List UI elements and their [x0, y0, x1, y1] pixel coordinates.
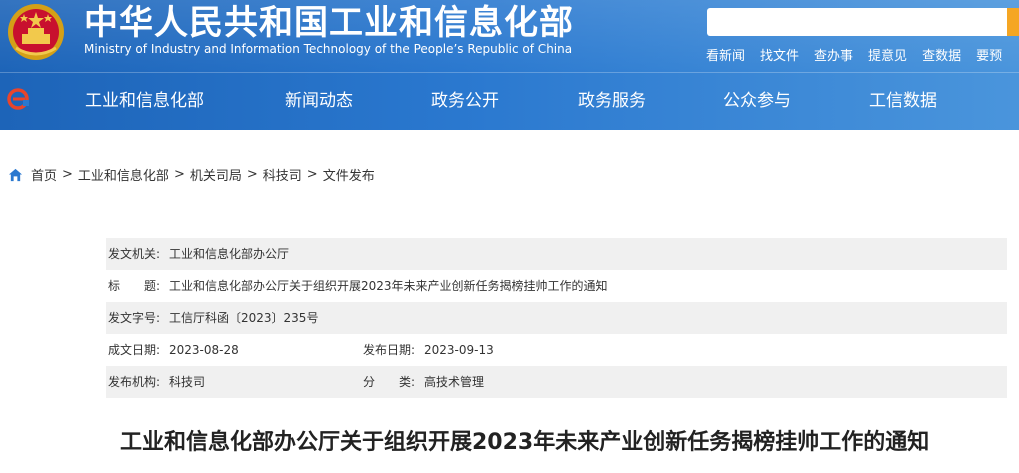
e-logo-icon[interactable]: [6, 88, 32, 110]
ministry-name-chinese: 中华人民共和国工业和信息化部: [84, 3, 574, 43]
quick-link-services[interactable]: 查办事: [814, 49, 853, 64]
issuer-value: 工业和信息化部办公厅: [169, 247, 290, 261]
quick-link-feedback[interactable]: 提意见: [868, 49, 907, 64]
quick-link-documents[interactable]: 找文件: [760, 49, 799, 64]
doc-number-value: 工信厅科函〔2023〕235号: [169, 311, 319, 325]
meta-row-title: 标 题: 工业和信息化部办公厅关于组织开展2023年未来产业创新任务揭榜挂帅工作…: [106, 270, 1007, 302]
breadcrumb: 首页 > 工业和信息化部 > 机关司局 > 科技司 > 文件发布: [8, 165, 375, 184]
breadcrumb-tech-dept[interactable]: 科技司: [263, 165, 302, 184]
breadcrumb-separator: >: [306, 167, 318, 182]
search-input[interactable]: [707, 8, 1019, 36]
ministry-name-english: Ministry of Industry and Information Tec…: [84, 42, 573, 56]
meta-row-issuer: 发文机关: 工业和信息化部办公厅: [106, 238, 1007, 270]
nav-item-data[interactable]: 工信数据: [869, 86, 937, 111]
created-date-label: 成文日期:: [108, 343, 161, 357]
quick-link-data[interactable]: 查数据: [922, 49, 961, 64]
meta-row-dates: 成文日期: 2023-08-28 发布日期: 2023-09-13: [106, 334, 1007, 366]
nav-item-news[interactable]: 新闻动态: [285, 86, 353, 111]
breadcrumb-separator: >: [173, 167, 185, 182]
org-label: 发布机构:: [108, 375, 161, 389]
quick-link-news[interactable]: 看新闻: [706, 49, 745, 64]
nav-divider: [0, 72, 1019, 73]
document-metadata-table: 发文机关: 工业和信息化部办公厅 标 题: 工业和信息化部办公厅关于组织开展20…: [106, 238, 1007, 398]
breadcrumb-miit[interactable]: 工业和信息化部: [78, 165, 169, 184]
national-emblem-icon: [8, 4, 64, 60]
doc-number-label: 发文字号:: [108, 311, 161, 325]
nav-item-public-participation[interactable]: 公众参与: [723, 86, 791, 111]
meta-row-doc-number: 发文字号: 工信厅科函〔2023〕235号: [106, 302, 1007, 334]
meta-row-org-category: 发布机构: 科技司 分 类: 高技术管理: [106, 366, 1007, 398]
category-value: 高技术管理: [424, 375, 485, 389]
nav-item-gov-affairs-open[interactable]: 政务公开: [431, 86, 499, 111]
category-label: 分 类:: [363, 375, 416, 389]
quick-links: 看新闻 找文件 查办事 提意见 查数据 要预: [706, 45, 1017, 64]
quick-link-more[interactable]: 要预: [976, 49, 1002, 64]
published-date-value: 2023-09-13: [424, 343, 494, 357]
home-icon[interactable]: [8, 168, 23, 182]
created-date-value: 2023-08-28: [169, 343, 239, 357]
breadcrumb-separator: >: [62, 167, 73, 182]
search-button[interactable]: [1007, 8, 1019, 36]
breadcrumb-home[interactable]: 首页: [31, 165, 57, 184]
nav-item-gov-services[interactable]: 政务服务: [578, 86, 646, 111]
site-header: 中华人民共和国工业和信息化部 Ministry of Industry and …: [0, 0, 1019, 130]
nav-item-miit[interactable]: 工业和信息化部: [85, 86, 204, 111]
title-label: 标 题:: [108, 279, 161, 293]
breadcrumb-departments[interactable]: 机关司局: [190, 165, 242, 184]
document-title: 工业和信息化部办公厅关于组织开展2023年未来产业创新任务揭榜挂帅工作的通知: [120, 430, 930, 455]
breadcrumb-separator: >: [246, 167, 258, 182]
title-value: 工业和信息化部办公厅关于组织开展2023年未来产业创新任务揭榜挂帅工作的通知: [169, 279, 608, 293]
issuer-label: 发文机关:: [108, 247, 161, 261]
breadcrumb-doc-release[interactable]: 文件发布: [323, 165, 375, 184]
org-value: 科技司: [169, 375, 206, 389]
published-date-label: 发布日期:: [363, 343, 416, 357]
